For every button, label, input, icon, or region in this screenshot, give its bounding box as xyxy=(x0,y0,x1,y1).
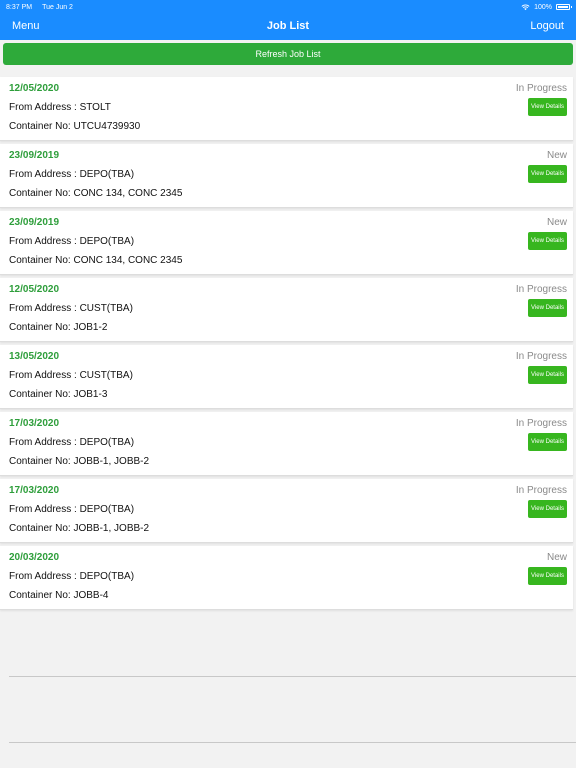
status-right: 100% xyxy=(521,3,572,11)
wifi-icon xyxy=(521,4,530,10)
view-details-button[interactable]: View Details xyxy=(528,299,567,317)
job-status: In Progress xyxy=(515,83,567,94)
page-title: Job List xyxy=(266,20,310,32)
job-from-address: From Address : DEPO(TBA) xyxy=(9,571,135,582)
job-date: 13/05/2020 xyxy=(9,351,60,362)
battery-percent: 100% xyxy=(534,3,552,11)
job-container-no: Container No: JOB1-3 xyxy=(9,389,108,400)
job-status: In Progress xyxy=(515,284,567,295)
job-from-address: From Address : DEPO(TBA) xyxy=(9,236,135,247)
job-container-no: Container No: JOBB-4 xyxy=(9,590,109,601)
job-card: 23/09/2019 New From Address : DEPO(TBA) Con… xyxy=(0,211,573,275)
job-status: New xyxy=(546,150,567,161)
job-container-no: Container No: JOB1-2 xyxy=(9,322,108,333)
job-container-no: Container No: CONC 134, CONC 2345 xyxy=(9,188,183,199)
job-date: 17/03/2020 xyxy=(9,485,60,496)
job-status: In Progress xyxy=(515,418,567,429)
view-details-button[interactable]: View Details xyxy=(528,165,567,183)
job-card: 17/03/2020 In Progress From Address : DEPO… xyxy=(0,479,573,543)
job-card: 20/03/2020 New From Address : DEPO(TBA) Con… xyxy=(0,546,573,610)
logout-button[interactable]: Logout xyxy=(530,20,564,32)
job-container-no: Container No: CONC 134, CONC 2345 xyxy=(9,255,183,266)
job-list: 12/05/2020 In Progress From Address : STOL… xyxy=(0,77,576,613)
nav-bar: Menu Job List Logout xyxy=(0,14,576,40)
job-card: 12/05/2020 In Progress From Address : STOL… xyxy=(0,77,573,141)
view-details-button[interactable]: View Details xyxy=(528,433,567,451)
divider xyxy=(9,742,576,743)
battery-icon xyxy=(556,4,572,10)
view-details-button[interactable]: View Details xyxy=(528,98,567,116)
view-details-button[interactable]: View Details xyxy=(528,500,567,518)
job-from-address: From Address : DEPO(TBA) xyxy=(9,169,135,180)
job-card: 13/05/2020 In Progress From Address : CUST… xyxy=(0,345,573,409)
view-details-button[interactable]: View Details xyxy=(528,232,567,250)
job-date: 12/05/2020 xyxy=(9,83,60,94)
job-status: In Progress xyxy=(515,485,567,496)
job-card: 17/03/2020 In Progress From Address : DEPO… xyxy=(0,412,573,476)
view-details-button[interactable]: View Details xyxy=(528,567,567,585)
job-container-no: Container No: JOBB-1, JOBB-2 xyxy=(9,456,150,467)
status-bar: 8:37 PM Tue Jun 2 100% xyxy=(0,0,576,14)
job-date: 12/05/2020 xyxy=(9,284,60,295)
job-card: 23/09/2019 New From Address : DEPO(TBA) Con… xyxy=(0,144,573,208)
divider xyxy=(9,676,576,677)
job-date: 23/09/2019 xyxy=(9,217,60,228)
job-date: 17/03/2020 xyxy=(9,418,60,429)
job-date: 20/03/2020 xyxy=(9,552,60,563)
job-from-address: From Address : DEPO(TBA) xyxy=(9,437,135,448)
job-from-address: From Address : CUST(TBA) xyxy=(9,303,133,314)
status-date: Tue Jun 2 xyxy=(42,3,73,11)
status-time: 8:37 PM xyxy=(6,3,33,11)
refresh-job-list-button[interactable]: Refresh Job List xyxy=(3,43,573,65)
job-from-address: From Address : CUST(TBA) xyxy=(9,370,133,381)
job-from-address: From Address : DEPO(TBA) xyxy=(9,504,135,515)
job-container-no: Container No: JOBB-1, JOBB-2 xyxy=(9,523,150,534)
job-status: New xyxy=(546,552,567,563)
job-from-address: From Address : STOLT xyxy=(9,102,111,113)
job-status: New xyxy=(546,217,567,228)
job-date: 23/09/2019 xyxy=(9,150,60,161)
job-status: In Progress xyxy=(515,351,567,362)
view-details-button[interactable]: View Details xyxy=(528,366,567,384)
job-container-no: Container No: UTCU4739930 xyxy=(9,121,141,132)
job-card: 12/05/2020 In Progress From Address : CUST… xyxy=(0,278,573,342)
